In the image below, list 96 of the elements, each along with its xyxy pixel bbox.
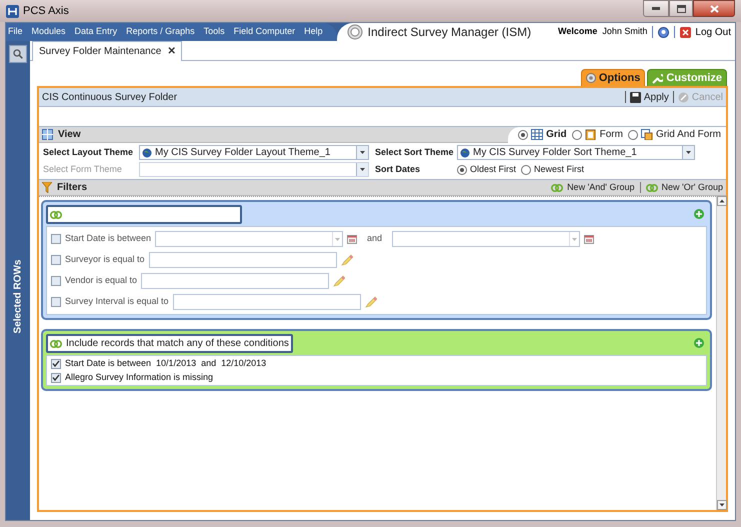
tab-close-button[interactable]: ✕ xyxy=(167,44,176,59)
close-icon xyxy=(710,4,718,12)
app-title: Indirect Survey Manager (ISM) xyxy=(368,24,532,41)
radio-button[interactable] xyxy=(518,130,528,140)
condition-label: Allegro Survey Information is missing xyxy=(65,370,214,384)
checkbox[interactable] xyxy=(51,358,61,368)
close-icon xyxy=(680,26,692,38)
radio-button[interactable] xyxy=(521,164,532,174)
checkbox[interactable] xyxy=(51,372,61,382)
menu-item[interactable]: File xyxy=(8,25,23,39)
dropdown[interactable]: My CIS Survey Folder Layout Theme_1 xyxy=(139,145,369,160)
radio-label[interactable]: Oldest First xyxy=(470,162,516,176)
grid-view-icon xyxy=(42,129,53,140)
condition-label: Surveyor is equal to xyxy=(65,253,145,266)
checkbox[interactable] xyxy=(51,234,61,244)
input-field[interactable] xyxy=(141,273,330,289)
clipboard-icon xyxy=(584,129,597,140)
tab[interactable]: Survey Folder Maintenance ✕ xyxy=(32,41,182,61)
group-name-field[interactable]: Include records that match any of these conditions xyxy=(46,334,293,353)
search-icon xyxy=(13,49,23,59)
pencil-icon xyxy=(364,296,377,308)
pencil-icon xyxy=(333,275,346,287)
radio-button[interactable] xyxy=(572,130,582,140)
dropdown-arrow-icon xyxy=(572,238,578,240)
search-button[interactable] xyxy=(9,45,27,63)
options-tab[interactable]: Options xyxy=(580,69,646,86)
field-label: Select Sort Theme xyxy=(375,146,455,159)
add-icon[interactable] xyxy=(694,338,704,348)
rings-icon xyxy=(50,340,62,348)
scroll-down-icon xyxy=(717,500,727,510)
add-icon[interactable] xyxy=(694,209,704,219)
view-mode-label[interactable]: Form xyxy=(600,127,623,142)
checkbox[interactable] xyxy=(51,297,61,307)
view-mode-label[interactable]: Grid xyxy=(546,127,567,142)
minimize-button[interactable] xyxy=(643,0,669,17)
welcome-label: Welcome xyxy=(558,25,598,38)
view-mode-label[interactable]: Grid And Form xyxy=(656,127,721,142)
menu-item[interactable]: Field Computer xyxy=(234,25,296,39)
window-title: PCS Axis xyxy=(23,4,69,19)
rings-icon xyxy=(551,184,564,192)
radio-label[interactable]: Newest First xyxy=(534,162,584,176)
dropdown-arrow-icon xyxy=(335,238,340,240)
input-field[interactable] xyxy=(148,252,337,268)
rings-icon xyxy=(646,184,658,192)
scrollbar[interactable] xyxy=(716,196,726,510)
maximize-button[interactable] xyxy=(669,0,693,17)
sidebar-label[interactable]: Selected ROWs xyxy=(10,260,26,334)
user-name: John Smith xyxy=(602,25,648,38)
tab-label: Survey Folder Maintenance xyxy=(39,45,162,59)
funnel-icon xyxy=(42,182,52,193)
menu-item[interactable]: Tools xyxy=(204,25,225,39)
date-field[interactable] xyxy=(155,231,344,247)
logout-button[interactable]: Log Out xyxy=(680,24,731,40)
globe-icon xyxy=(460,148,470,158)
checkbox[interactable] xyxy=(51,276,61,286)
grid-form-icon xyxy=(640,129,653,140)
calendar-icon xyxy=(347,234,358,244)
app-logo-icon xyxy=(6,4,19,18)
group-name-field[interactable] xyxy=(46,205,242,224)
maximize-icon xyxy=(676,4,686,12)
filters-section-title: Filters xyxy=(57,181,88,195)
dropdown-arrow-icon xyxy=(360,168,365,171)
condition-label: Start Date is between xyxy=(65,232,152,246)
menu-item[interactable]: Data Entry xyxy=(74,25,118,39)
field-label: Select Form Theme xyxy=(43,162,123,176)
condition-label: Vendor is equal to xyxy=(65,274,138,288)
condition-label: Survey Interval is equal to xyxy=(65,295,169,308)
folder-title: CIS Continuous Survey Folder xyxy=(42,90,178,104)
minimize-icon xyxy=(652,7,660,10)
dropdown-arrow-icon xyxy=(360,151,365,154)
rings-icon xyxy=(50,210,62,218)
input-field[interactable] xyxy=(172,294,361,310)
radio-button[interactable] xyxy=(457,164,467,174)
field-label: Sort Dates xyxy=(375,162,422,176)
calendar-icon xyxy=(584,234,594,244)
field-label: Select Layout Theme xyxy=(43,146,134,159)
dropdown[interactable]: My CIS Survey Folder Sort Theme_1 xyxy=(457,145,695,160)
menu-item[interactable]: Help xyxy=(304,25,323,39)
view-section-title: View xyxy=(58,128,81,142)
close-button[interactable] xyxy=(693,0,735,17)
cancel-icon xyxy=(678,92,689,102)
condition-label: Start Date is between 10/1/2013 and 12/10/2013 xyxy=(65,356,266,370)
and-label: and xyxy=(367,232,382,246)
grid-icon xyxy=(531,129,544,140)
globe-icon xyxy=(142,148,152,158)
pencil-icon xyxy=(340,254,353,266)
menu-item[interactable]: Modules xyxy=(32,25,66,39)
apply-button[interactable]: Apply xyxy=(630,90,669,104)
radio-button[interactable] xyxy=(628,130,638,140)
save-icon xyxy=(630,92,641,102)
new-or-group-button[interactable]: New 'Or' Group xyxy=(646,180,723,194)
dropdown-arrow-icon xyxy=(686,151,691,154)
checkbox[interactable] xyxy=(51,255,61,265)
menu-item[interactable]: Reports / Graphs xyxy=(126,25,195,39)
new-and-group-button[interactable]: New 'And' Group xyxy=(551,180,635,194)
date-field[interactable] xyxy=(392,231,580,247)
